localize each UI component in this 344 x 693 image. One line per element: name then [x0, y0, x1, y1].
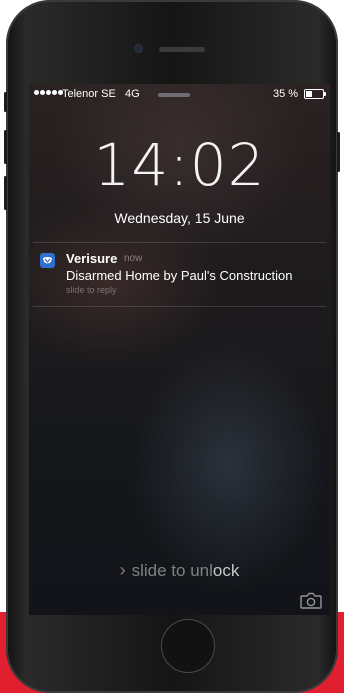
- notification-message: Disarmed Home by Paul's Construction: [66, 268, 293, 283]
- status-bar: Telenor SE 4G 35 %: [29, 84, 330, 104]
- chevron-right-icon: ›: [119, 560, 126, 580]
- home-button[interactable]: [161, 619, 215, 673]
- mute-switch: [4, 92, 7, 112]
- clock-date: Wednesday, 15 June: [114, 210, 245, 226]
- unlock-text: slide to unl: [131, 561, 213, 580]
- battery-tip: [324, 92, 326, 96]
- volume-down-button: [4, 176, 7, 210]
- camera-icon[interactable]: [300, 592, 322, 614]
- signal-strength-icon: [34, 90, 63, 95]
- battery-icon: [304, 89, 324, 99]
- earpiece-overlay: [158, 93, 190, 97]
- network-type: 4G: [125, 88, 140, 100]
- clock-time: 14:02: [93, 131, 266, 199]
- earpiece-speaker: [159, 47, 205, 52]
- notification-item[interactable]: Verisure now Disarmed Home by Paul's Con…: [29, 244, 330, 306]
- front-camera: [135, 45, 142, 52]
- notification-divider-bottom: [33, 306, 326, 307]
- carrier-name: Telenor SE: [62, 88, 116, 100]
- notification-time: now: [124, 253, 143, 264]
- lock-screen: Telenor SE 4G 35 % 14:02 Wednesday, 15 J…: [29, 84, 330, 615]
- notification-app-name: Verisure: [66, 251, 118, 266]
- notification-divider-top: [33, 242, 326, 243]
- slide-to-unlock[interactable]: › slide to unlock: [29, 560, 330, 581]
- power-button: [337, 132, 340, 172]
- notification-action-hint: slide to reply: [66, 285, 117, 295]
- volume-up-button: [4, 130, 7, 164]
- battery-level: [306, 91, 312, 97]
- battery-percentage: 35 %: [273, 88, 299, 100]
- verisure-app-icon: [40, 253, 55, 268]
- unlock-text-highlight: ock: [212, 561, 240, 580]
